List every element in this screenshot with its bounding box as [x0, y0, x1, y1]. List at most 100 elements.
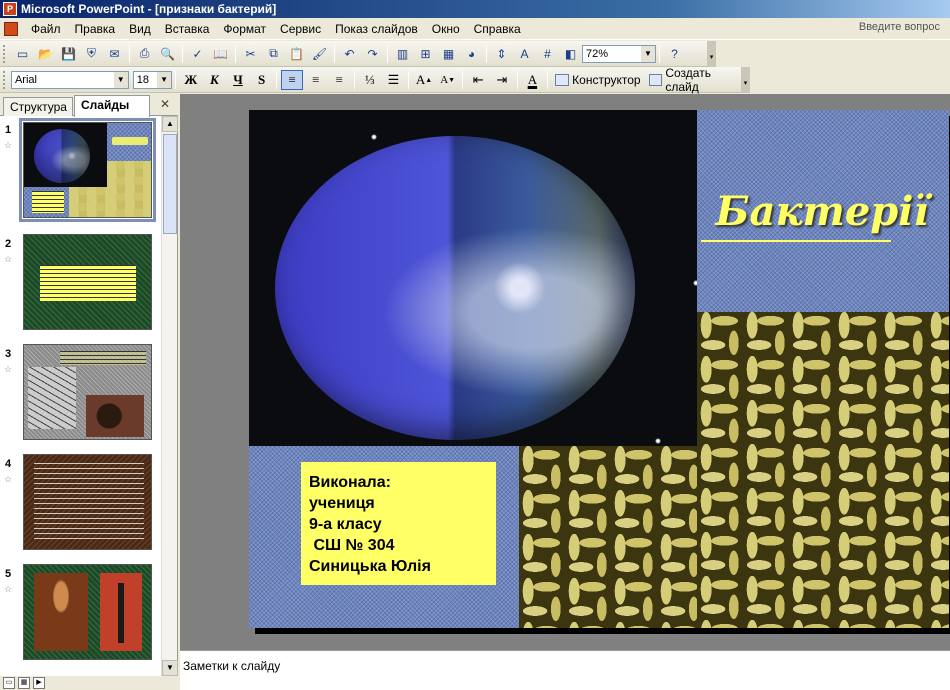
chevron-down-icon[interactable]: ▼	[113, 71, 128, 88]
menu-window[interactable]: Окно	[425, 22, 467, 36]
scroll-thumb[interactable]	[163, 134, 177, 234]
font-color-icon[interactable]: A	[522, 70, 544, 90]
help-question-input[interactable]: Введите вопрос	[859, 21, 940, 33]
scroll-down-icon[interactable]: ▼	[162, 660, 178, 676]
scroll-up-icon[interactable]: ▲	[162, 116, 178, 132]
tab-outline[interactable]: Структура	[3, 97, 73, 116]
thumbnails-scrollbar[interactable]: ▲ ▼	[161, 116, 178, 676]
menu-tools[interactable]: Сервис	[273, 22, 328, 36]
new-slide-button[interactable]: Создать слайд	[645, 66, 750, 94]
print-icon[interactable]: ⎙	[134, 44, 155, 64]
increase-indent-icon[interactable]: ⇥	[491, 70, 513, 90]
powerpoint-app-icon: P	[3, 2, 17, 16]
increase-font-icon[interactable]: A ▲	[413, 70, 435, 90]
slide-workspace: Бактерії Виконала: учениця 9-а класу СШ …	[180, 94, 950, 650]
toolbar-separator	[235, 44, 236, 63]
toolbar-options-icon[interactable]: ▾	[741, 67, 750, 93]
menu-edit[interactable]: Правка	[68, 22, 123, 36]
chevron-down-icon[interactable]: ▼	[641, 45, 655, 62]
toolbar-separator	[129, 44, 130, 63]
view-buttons: ▭ ▦ ▶	[0, 676, 178, 690]
toolbar-grip[interactable]	[3, 44, 8, 63]
show-grid-icon[interactable]: #	[537, 44, 558, 64]
format-painter-icon[interactable]: 🖌	[309, 44, 330, 64]
shadow-button[interactable]: S	[251, 70, 273, 90]
underline-button[interactable]: Ч	[227, 70, 249, 90]
align-left-icon[interactable]: ≡	[281, 69, 303, 90]
font-name-combo[interactable]: Arial ▼	[10, 70, 129, 89]
designer-button[interactable]: Конструктор	[551, 73, 644, 87]
slide-thumbnail-5[interactable]	[23, 564, 152, 660]
font-size-combo[interactable]: 18 ▼	[132, 70, 173, 89]
numbering-icon[interactable]: ⅓	[359, 70, 381, 90]
decrease-indent-icon[interactable]: ⇤	[467, 70, 489, 90]
animation-star-icon: ☆	[4, 140, 13, 150]
undo-icon[interactable]: ↶	[339, 44, 360, 64]
toolbar-separator	[354, 70, 356, 89]
title-underline	[701, 240, 891, 242]
insert-chart-icon[interactable]: ▥	[392, 44, 413, 64]
toolbar-separator	[516, 70, 518, 89]
redo-icon[interactable]: ↷	[362, 44, 383, 64]
bullets-icon[interactable]: ☰	[383, 70, 405, 90]
notes-placeholder: Заметки к слайду	[183, 659, 281, 673]
show-formatting-icon[interactable]: A	[514, 44, 535, 64]
bacteria-image	[697, 312, 949, 628]
slide-sorter-icon[interactable]: ▦	[18, 677, 30, 689]
toolbar-separator	[547, 70, 549, 89]
slide-thumbnail-3[interactable]	[23, 344, 152, 440]
insert-diagram-icon[interactable]: ◕	[461, 44, 482, 64]
bold-button[interactable]: Ж	[180, 70, 202, 90]
menu-view[interactable]: Вид	[122, 22, 158, 36]
align-right-icon[interactable]: ≡	[329, 70, 351, 90]
paste-icon[interactable]: 📋	[286, 44, 307, 64]
spelling-icon[interactable]: ✓	[187, 44, 208, 64]
align-center-icon[interactable]: ≡	[305, 70, 327, 90]
tables-borders-icon[interactable]: ▦	[438, 44, 459, 64]
email-icon[interactable]: ✉	[104, 44, 125, 64]
close-icon[interactable]: ✕	[160, 97, 170, 111]
italic-button[interactable]: К	[204, 70, 226, 90]
menu-format[interactable]: Формат	[216, 22, 273, 36]
notes-pane[interactable]: Заметки к слайду	[180, 650, 950, 690]
author-text-box[interactable]: Виконала: учениця 9-а класу СШ № 304 Син…	[301, 462, 496, 585]
toolbar-separator	[276, 70, 278, 89]
slide-number: 5	[5, 568, 12, 580]
slide-thumbnail-4[interactable]	[23, 454, 152, 550]
open-folder-icon[interactable]: 📂	[35, 44, 56, 64]
new-document-icon[interactable]: ▭	[12, 44, 33, 64]
author-line: СШ № 304	[309, 537, 395, 554]
insert-table-icon[interactable]: ⊞	[415, 44, 436, 64]
permission-icon[interactable]: ⛨	[81, 44, 102, 64]
slide-title[interactable]: Бактерії	[697, 188, 947, 235]
print-preview-icon[interactable]: 🔍	[157, 44, 178, 64]
thumb-earth-image	[34, 129, 90, 183]
slide-thumbnail-2[interactable]	[23, 234, 152, 330]
tab-slides[interactable]: Слайды	[74, 95, 150, 117]
toolbar-options-icon[interactable]: ▾	[707, 41, 716, 67]
slide-thumbnail-1[interactable]	[19, 118, 156, 222]
current-slide[interactable]: Бактерії Виконала: учениця 9-а класу СШ …	[249, 110, 949, 628]
menu-file[interactable]: Файл	[24, 22, 68, 36]
thumb-bacteria-image	[69, 187, 107, 217]
normal-view-icon[interactable]: ▭	[3, 677, 15, 689]
slideshow-view-icon[interactable]: ▶	[33, 677, 45, 689]
cut-icon[interactable]: ✂	[240, 44, 261, 64]
document-icon[interactable]	[4, 21, 18, 36]
research-icon[interactable]: 📖	[210, 44, 231, 64]
copy-icon[interactable]: ⧉	[263, 44, 284, 64]
menu-insert[interactable]: Вставка	[158, 22, 217, 36]
earth-image	[275, 136, 635, 440]
color-grayscale-icon[interactable]: ◧	[560, 44, 581, 64]
chevron-down-icon[interactable]: ▼	[157, 71, 172, 88]
decrease-font-icon[interactable]: A ▼	[437, 70, 459, 90]
save-icon[interactable]: 💾	[58, 44, 79, 64]
menu-help[interactable]: Справка	[467, 22, 528, 36]
expand-all-icon[interactable]: ⇕	[491, 44, 512, 64]
zoom-combo[interactable]: 72% ▼	[582, 44, 656, 63]
window-title: Microsoft PowerPoint - [признаки бактери…	[21, 2, 277, 16]
help-icon[interactable]: ?	[664, 44, 685, 64]
menu-slideshow[interactable]: Показ слайдов	[328, 22, 425, 36]
toolbar-separator	[659, 44, 660, 63]
toolbar-grip[interactable]	[3, 70, 8, 89]
